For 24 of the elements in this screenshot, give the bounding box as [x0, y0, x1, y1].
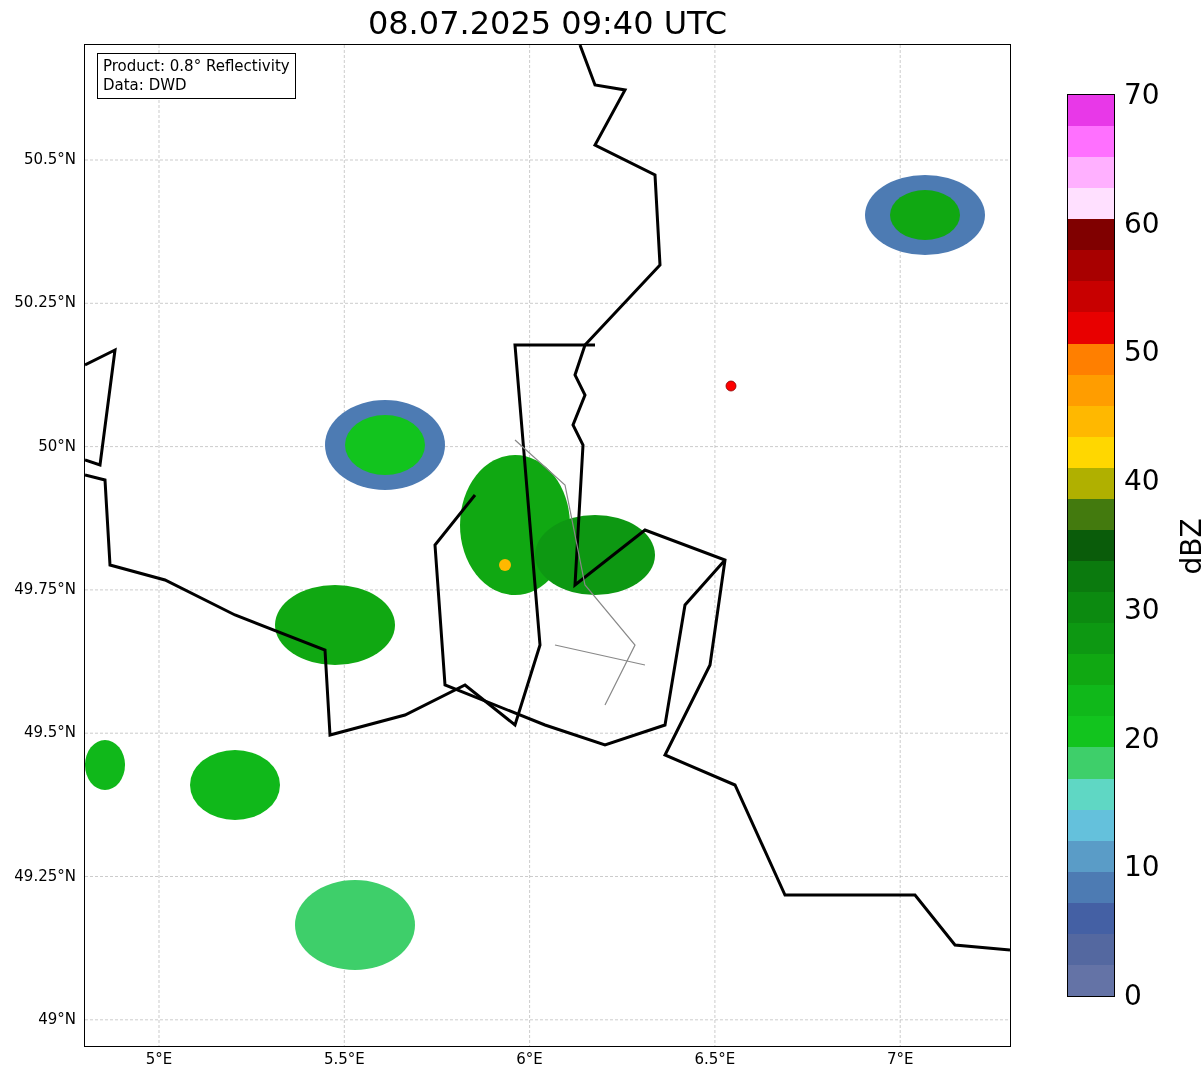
- latitude-label: 49.75°N: [14, 579, 76, 598]
- colorbar-tick-label: 30: [1124, 592, 1160, 627]
- colorbar-label: dBZ: [1174, 518, 1202, 575]
- longitude-label: 6°E: [515, 1050, 544, 1068]
- colorbar-tick-label: 10: [1124, 850, 1160, 885]
- latitude-label: 50°N: [38, 436, 76, 455]
- colorbar-tick-label: 20: [1124, 721, 1160, 756]
- colorbar-tick-label: 50: [1124, 335, 1160, 370]
- latitude-label: 49°N: [38, 1009, 76, 1028]
- longitude-label: 7°E: [885, 1050, 915, 1068]
- colorbar-tick-label: 40: [1124, 464, 1160, 499]
- latitude-label: 49.5°N: [23, 723, 76, 742]
- latitude-label: 49.25°N: [14, 866, 76, 885]
- latitude-label: 50.25°N: [14, 293, 76, 312]
- colorbar-tick-label: 0: [1124, 979, 1142, 1013]
- chart-title: 08.07.2025 09:40 UTC: [366, 4, 729, 42]
- colorbar-tick-label: 70: [1124, 78, 1160, 112]
- colorbar-tick-label: 60: [1124, 206, 1160, 241]
- longitude-label: 5.5°E: [322, 1050, 366, 1068]
- info-text: Product: 0.8° Reflectivity: [103, 57, 290, 76]
- info-text: Data: DWD: [103, 76, 188, 95]
- longitude-label: 6.5°E: [693, 1050, 737, 1068]
- longitude-label: 5°E: [144, 1050, 174, 1068]
- latitude-label: 50.5°N: [23, 150, 76, 168]
